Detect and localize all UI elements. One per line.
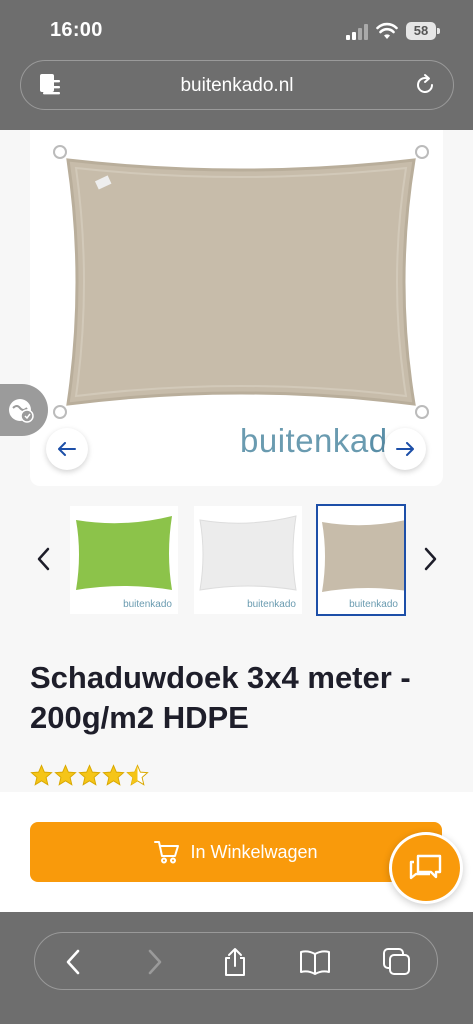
thumbnail-logo: buitenkado	[247, 599, 296, 610]
thumbnail-white[interactable]: buitenkado	[194, 506, 302, 614]
address-bar[interactable]: buitenkado.nl	[20, 60, 454, 110]
thumbnail-logo: buitenkado	[123, 599, 172, 610]
star-half-icon	[126, 764, 149, 786]
thumbnail-prev-icon[interactable]	[32, 544, 56, 574]
share-button[interactable]	[219, 947, 251, 977]
add-to-cart-button[interactable]: In Winkelwagen	[30, 822, 442, 882]
tabs-button[interactable]	[381, 947, 413, 977]
thumbnail-beige-image	[322, 520, 404, 592]
wifi-icon	[376, 22, 398, 39]
thumbnail-next-icon[interactable]	[418, 544, 442, 574]
product-image-card[interactable]: buitenkado	[30, 130, 443, 486]
toolbar-pill	[34, 932, 438, 990]
thumbnail-strip: buitenkado buitenkado buitenkado	[0, 500, 473, 620]
tabs-icon	[383, 948, 410, 975]
star-rating[interactable]	[30, 764, 149, 790]
book-icon	[300, 950, 330, 975]
back-button[interactable]	[57, 947, 89, 977]
status-time: 16:00	[50, 19, 103, 41]
privacy-icon	[9, 399, 34, 423]
arrow-left-icon	[58, 442, 76, 456]
shopping-cart-icon	[154, 841, 180, 864]
share-icon	[225, 948, 245, 976]
product-title: Schaduwdoek 3x4 meter - 200g/m2 HDPE	[30, 660, 411, 735]
arrow-right-icon	[396, 442, 414, 456]
bookmarks-button[interactable]	[299, 947, 331, 977]
battery-indicator: 58	[406, 22, 440, 40]
chevron-right-icon	[148, 949, 162, 975]
star-full-icon	[102, 764, 125, 786]
url-text[interactable]: buitenkado.nl	[21, 75, 453, 97]
thumbnail-green-image	[76, 516, 172, 590]
brand-logo: buitenkado	[240, 422, 406, 459]
shade-sail-image	[53, 145, 429, 419]
thumbnail-beige[interactable]: buitenkado	[316, 504, 406, 616]
web-page: buitenkado buitenkado	[0, 130, 473, 792]
star-full-icon	[78, 764, 101, 786]
thumbnail-logo: buitenkado	[349, 599, 398, 610]
reload-icon[interactable]	[413, 73, 437, 97]
image-prev-button[interactable]	[46, 428, 88, 470]
image-next-button[interactable]	[384, 428, 426, 470]
thumbnail-green[interactable]: buitenkado	[70, 506, 178, 614]
status-bar: 16:00 58	[0, 0, 473, 56]
chat-button[interactable]	[389, 832, 463, 904]
add-to-cart-label: In Winkelwagen	[190, 841, 318, 862]
star-full-icon	[30, 764, 53, 786]
chevron-left-icon	[66, 949, 80, 975]
forward-button[interactable]	[139, 947, 171, 977]
browser-toolbar	[0, 912, 473, 1024]
star-full-icon	[54, 764, 77, 786]
thumbnail-white-image	[199, 515, 297, 591]
chat-icon	[409, 854, 442, 880]
cellular-signal-icon	[346, 24, 368, 40]
